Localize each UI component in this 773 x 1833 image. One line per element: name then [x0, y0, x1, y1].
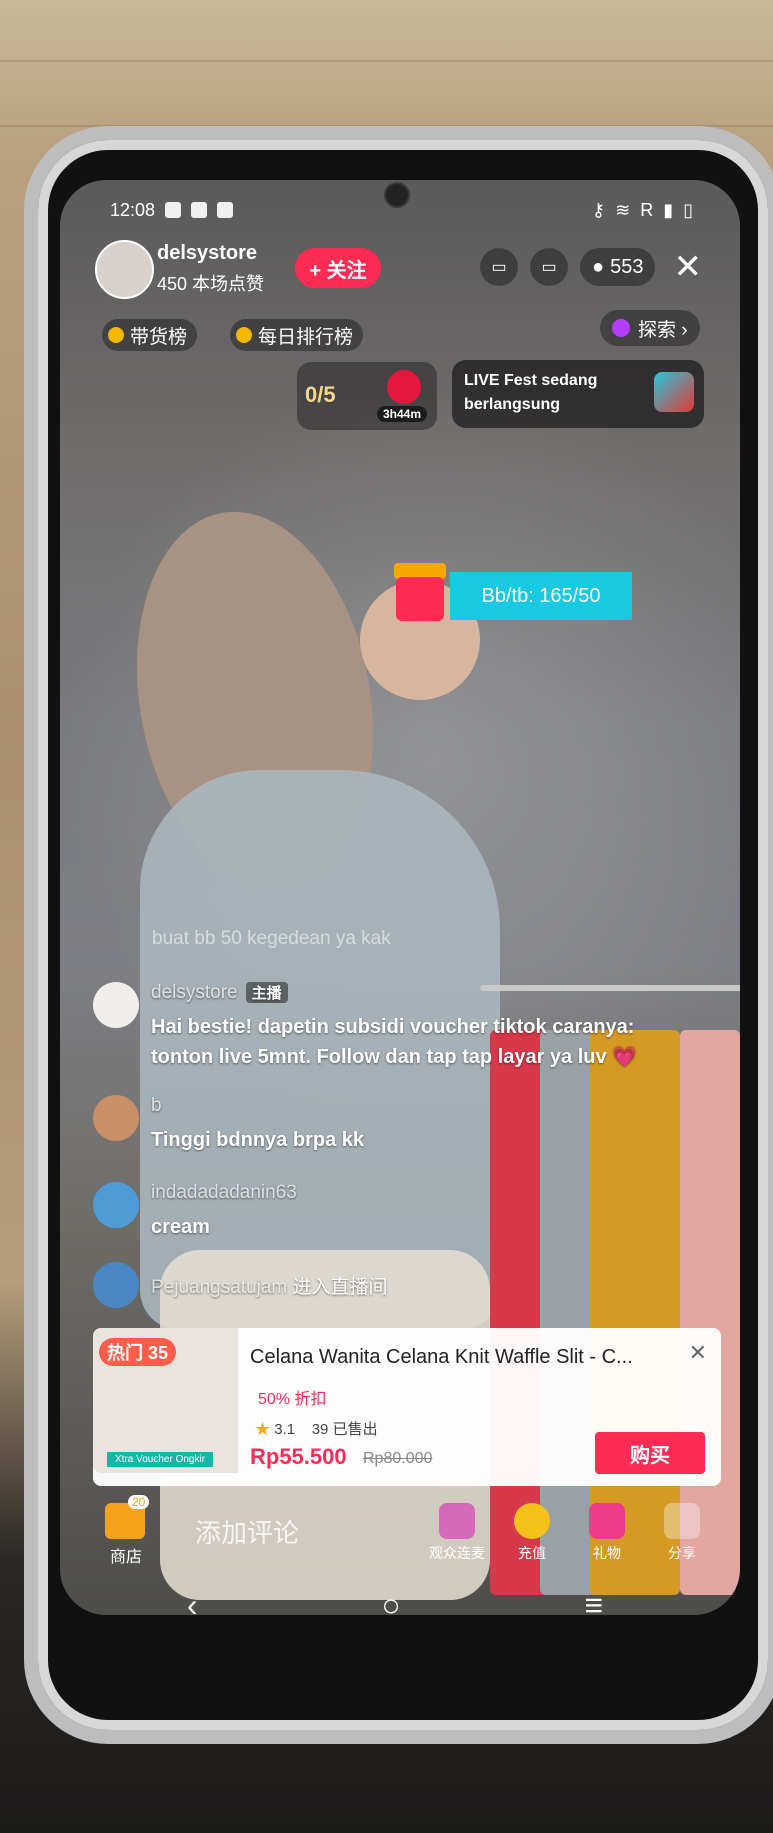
- explore-label: 探索 ›: [638, 319, 688, 341]
- gift-goal-counter[interactable]: 0/5 3h44m: [297, 362, 437, 430]
- sales-rank-chip[interactable]: 带货榜: [102, 319, 198, 351]
- discount-label: 50% 折扣: [258, 1391, 327, 1408]
- trophy-icon: [108, 327, 124, 343]
- recharge-button[interactable]: 充值: [500, 1503, 564, 1563]
- coin-icon: [514, 1503, 550, 1539]
- close-icon[interactable]: ✕: [689, 1340, 707, 1366]
- gift-box: [396, 577, 444, 621]
- chat-text: Tinggi bdnnya brpa kk: [151, 1129, 364, 1151]
- join-notice: Pejuangsatujam 进入直播间: [93, 1262, 653, 1312]
- co-host-label: 观众连麦: [429, 1545, 485, 1561]
- status-bar: 12:08 ⚷ ≋ R ▮ ▯: [110, 195, 693, 225]
- viewer-count[interactable]: ● 553: [580, 248, 656, 286]
- wave-icon: [93, 1262, 139, 1308]
- trophy-icon: [236, 327, 252, 343]
- fest-line-1: LIVE Fest sedang: [464, 372, 598, 389]
- chat-user: b: [151, 1095, 162, 1116]
- chat-text: cream: [151, 1216, 210, 1238]
- co-host-button[interactable]: 观众连麦: [425, 1503, 489, 1563]
- joined-user: Pejuangsatujam: [151, 1277, 288, 1298]
- xtra-voucher-tag: Xtra Voucher Ongkir: [107, 1452, 214, 1467]
- rating-row: ★ 3.1 39 已售出: [255, 1418, 378, 1439]
- top-right-controls: ▭ ▭ ● 553 ✕: [480, 247, 702, 287]
- explore-icon: [612, 319, 630, 337]
- chat-user-name: delsystore: [151, 982, 238, 1003]
- product-title[interactable]: Celana Wanita Celana Knit Waffle Slit - …: [250, 1346, 670, 1369]
- size-info-pill: Bb/tb: 165/50: [450, 572, 632, 620]
- gift-timer: 3h44m: [377, 406, 428, 422]
- buy-button[interactable]: 购买: [595, 1432, 705, 1474]
- gift-label: 礼物: [593, 1545, 621, 1561]
- chat-text: Hai bestie! dapetin subsidi voucher tikt…: [151, 1016, 638, 1068]
- bottom-action-bar: 20 商店 添加评论 观众连麦 充值 礼物 分享: [95, 1495, 715, 1567]
- gift-goal-value: 0/5: [305, 382, 336, 407]
- daily-rank-label: 每日排行榜: [258, 326, 354, 348]
- shop-label[interactable]: 商店: [110, 1543, 142, 1567]
- clock: 12:08: [110, 199, 156, 220]
- chat-user: Pejuangsatujam 进入直播间: [151, 1272, 388, 1299]
- recents-icon[interactable]: ≡: [584, 1587, 603, 1624]
- product-price: Rp55.500: [250, 1444, 347, 1469]
- back-icon[interactable]: ‹: [187, 1587, 198, 1624]
- shop-count-badge: 20: [128, 1495, 150, 1509]
- sofa-icon[interactable]: ▭: [530, 248, 568, 286]
- mail-icon: [191, 202, 208, 218]
- store-avatar[interactable]: [95, 240, 154, 299]
- chat-message: indadadadanin63 cream: [93, 1182, 653, 1252]
- rose-icon: [387, 370, 421, 404]
- carrier: R: [640, 199, 654, 220]
- sales-rank-label: 带货榜: [130, 326, 188, 348]
- mail-icon: [217, 202, 234, 218]
- pinned-product-card[interactable]: 热门 35 Xtra Voucher Ongkir Celana Wanita …: [93, 1328, 721, 1486]
- star-icon: ★: [255, 1421, 271, 1438]
- gift-box-icon[interactable]: [390, 555, 450, 625]
- store-name[interactable]: delsystore: [157, 242, 257, 265]
- person-icon: ●: [592, 255, 605, 278]
- battery-icon: ▯: [683, 199, 693, 220]
- chat-message: delsystore 主播 Hai bestie! dapetin subsidi…: [93, 982, 653, 1082]
- user-avatar[interactable]: [93, 1182, 139, 1228]
- sofa-icon[interactable]: ▭: [480, 248, 518, 286]
- home-icon[interactable]: ○: [381, 1587, 400, 1624]
- hot-badge: 热门 35: [99, 1338, 177, 1366]
- join-text: 进入直播间: [292, 1277, 388, 1298]
- close-icon[interactable]: ✕: [673, 247, 702, 287]
- daily-rank-chip[interactable]: 每日排行榜: [230, 319, 364, 351]
- co-host-icon: [439, 1503, 475, 1539]
- recharge-label: 充值: [518, 1545, 546, 1561]
- key-icon: ⚷: [591, 199, 606, 220]
- faded-comment: buat bb 50 kegedean ya kak: [152, 928, 391, 949]
- system-nav-bar: ‹ ○ ≡: [95, 1580, 695, 1630]
- explore-button[interactable]: 探索 ›: [600, 310, 700, 346]
- chat-user: delsystore 主播: [151, 982, 288, 1004]
- gift-button[interactable]: 礼物: [575, 1503, 639, 1563]
- viewer-number: 553: [610, 255, 644, 278]
- fest-badge-icon: [654, 372, 694, 412]
- host-tag: 主播: [245, 982, 288, 1003]
- share-label: 分享: [668, 1545, 696, 1561]
- like-count: 450 本场点赞: [157, 274, 265, 294]
- gift-icon: [589, 1503, 625, 1539]
- fest-line-2: berlangsung: [464, 396, 561, 413]
- user-avatar[interactable]: [93, 1095, 139, 1141]
- chat-user: indadadadanin63: [151, 1182, 297, 1203]
- share-button[interactable]: 分享: [650, 1503, 714, 1563]
- comment-input[interactable]: 添加评论: [195, 1513, 299, 1550]
- signal-icon: ▮: [663, 199, 674, 220]
- rating-value: 3.1: [274, 1421, 296, 1438]
- chat-message: b Tinggi bdnnya brpa kk: [93, 1095, 653, 1165]
- follow-button[interactable]: + 关注: [295, 248, 381, 288]
- wifi-icon: ≋: [615, 199, 631, 220]
- original-price: Rp80.000: [363, 1450, 433, 1467]
- live-fest-banner[interactable]: LIVE Fest sedang berlangsung: [452, 360, 704, 428]
- sold-count: 39 已售出: [311, 1421, 378, 1438]
- notification-icon: [165, 202, 182, 218]
- user-avatar[interactable]: [93, 982, 139, 1028]
- share-icon: [664, 1503, 700, 1539]
